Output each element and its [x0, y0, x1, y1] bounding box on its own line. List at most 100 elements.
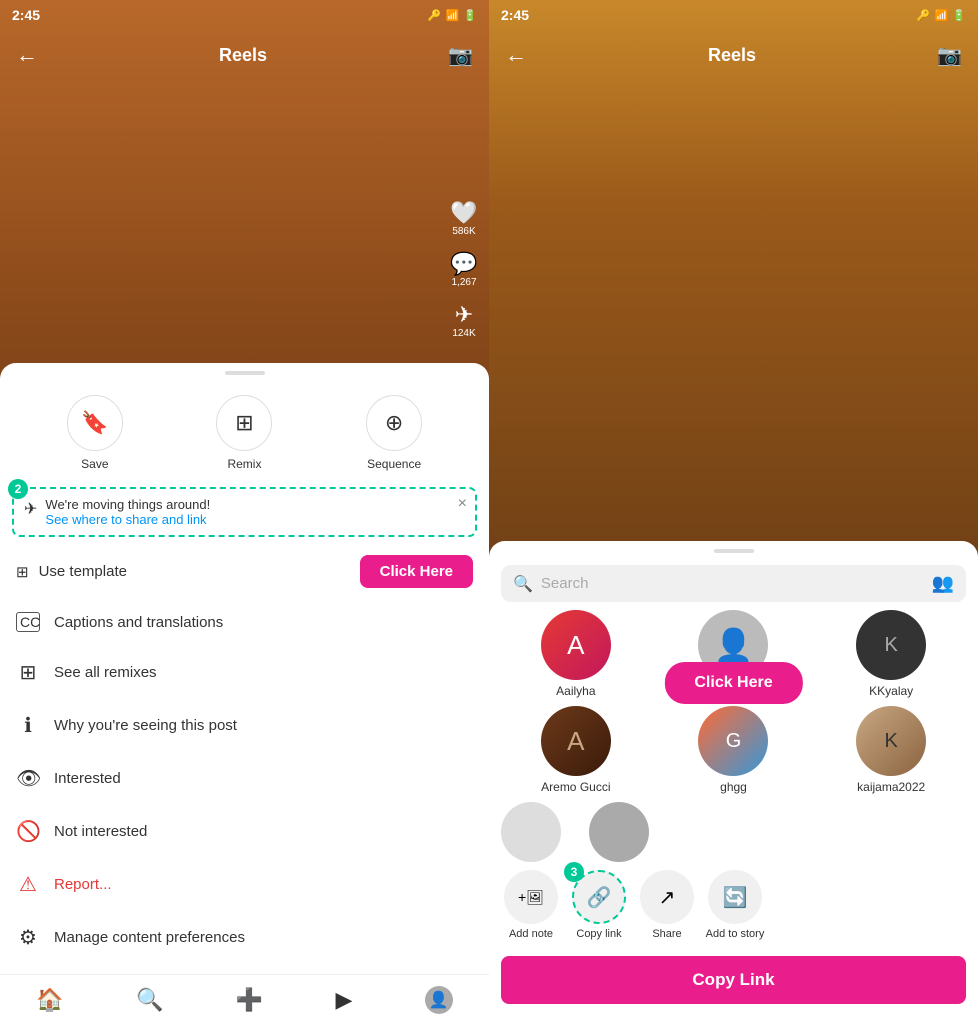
right-header-title: Reels	[708, 45, 756, 66]
more-contact-2[interactable]	[589, 802, 649, 862]
manage-icon: ⚙	[16, 925, 40, 950]
not-interested-menu-item[interactable]: 🚫 Not interested	[0, 805, 489, 858]
left-video-actions: 🤍 586K 💬 1,267 ✈ 124K	[439, 200, 489, 339]
remixes-menu-item[interactable]: ⊞ See all remixes	[0, 646, 489, 699]
contact-avatar-kaijama: K	[856, 706, 926, 776]
tooltip-close-button[interactable]: ×	[458, 495, 467, 513]
copy-link-wrapper: 🔗 3	[572, 870, 626, 924]
info-icon: ℹ	[16, 713, 40, 738]
tooltip-banner: 2 ✈ We're moving things around! See wher…	[12, 487, 477, 537]
left-panel: 2:45 🔑 📶 🔋 ← Reels 📷 🤍 586K 💬 1,267 ✈ 12…	[0, 0, 489, 1024]
badge-three: 3	[564, 862, 584, 882]
contact-name-aremo: Aremo Gucci	[541, 780, 610, 794]
report-menu-item[interactable]: ⚠ Report...	[0, 858, 489, 911]
contact-avatar-aremo: A	[541, 706, 611, 776]
contact-name-aailyha: Aailyha	[556, 684, 595, 698]
comment-count: 1,267	[451, 277, 476, 288]
tooltip-badge: 2	[8, 479, 28, 499]
remix-icon: ⊞	[216, 395, 272, 451]
send-icon[interactable]: ✈ 124K	[452, 302, 475, 339]
contact-kaijama[interactable]: K kaijama2022	[816, 706, 966, 794]
search-input[interactable]: Search	[541, 575, 924, 592]
right-time: 2:45	[501, 7, 529, 23]
contact-name-ghgg: ghgg	[720, 780, 747, 794]
add-to-story-action[interactable]: 🔄 Add to story	[705, 870, 765, 940]
save-icon: 🔖	[67, 395, 123, 451]
tooltip-line1: We're moving things around!	[45, 497, 210, 512]
add-note-label: Add note	[509, 928, 553, 940]
nav-reels-icon[interactable]: ▶	[335, 987, 352, 1013]
report-label: Report...	[54, 876, 112, 893]
quick-actions: 🔖 Save ⊞ Remix ⊕ Sequence	[0, 387, 489, 487]
not-interested-icon: 🚫	[16, 819, 40, 844]
right-status-icons: 🔑 📶 🔋	[917, 9, 966, 22]
like-icon[interactable]: 🤍 586K	[450, 200, 477, 237]
contact-avatar-ghgg: G	[698, 706, 768, 776]
share-action[interactable]: ↗ Share	[637, 870, 697, 940]
copy-link-button[interactable]: Copy Link	[501, 956, 966, 1004]
contact-kkyalay[interactable]: K KKyalay	[816, 610, 966, 698]
contacts-row-more	[489, 802, 978, 862]
remix-label: Remix	[227, 457, 261, 471]
contact-aremo[interactable]: A Aremo Gucci	[501, 706, 651, 794]
left-bottom-nav: 🏠 🔍 ➕ ▶ 👤	[0, 974, 489, 1024]
copy-link-action[interactable]: 🔗 3 Copy link	[569, 870, 629, 940]
nav-profile-icon[interactable]: 👤	[425, 986, 453, 1014]
manage-label: Manage content preferences	[54, 929, 245, 946]
share-count: 124K	[452, 328, 475, 339]
right-share-sheet: 🔍 Search 👥 A Aailyha 👤 Manoj soni K	[489, 541, 978, 1024]
sequence-action[interactable]: ⊕ Sequence	[366, 395, 422, 471]
right-camera-icon[interactable]: 📷	[937, 43, 962, 68]
interested-icon: 👁	[16, 766, 40, 791]
contact-name-kaijama: kaijama2022	[857, 780, 925, 794]
share-label: Share	[652, 928, 681, 940]
save-action[interactable]: 🔖 Save	[67, 395, 123, 471]
right-header: ← Reels 📷	[489, 30, 978, 80]
report-icon: ⚠	[16, 872, 40, 897]
search-bar[interactable]: 🔍 Search 👥	[501, 565, 966, 602]
contacts-grid: A Aailyha 👤 Manoj soni K KKyalay A	[489, 610, 978, 802]
contact-aailyha[interactable]: A Aailyha	[501, 610, 651, 698]
use-template-label: Use template	[39, 563, 127, 580]
comment-icon[interactable]: 💬 1,267	[450, 251, 477, 288]
why-seeing-label: Why you're seeing this post	[54, 717, 237, 734]
add-to-story-label: Add to story	[706, 928, 765, 940]
left-status-bar: 2:45 🔑 📶 🔋	[0, 0, 489, 30]
tooltip-text: We're moving things around! See where to…	[45, 497, 210, 527]
copy-link-label: Copy link	[576, 928, 621, 940]
right-back-button[interactable]: ←	[505, 42, 527, 68]
captions-menu-item[interactable]: CC Captions and translations	[0, 598, 489, 646]
add-note-icon: + 🖼	[504, 870, 558, 924]
left-header-title: Reels	[219, 45, 267, 66]
save-label: Save	[81, 457, 108, 471]
more-contact-1[interactable]	[501, 802, 561, 862]
add-contact-icon[interactable]: 👥	[932, 573, 954, 594]
interested-menu-item[interactable]: 👁 Interested	[0, 752, 489, 805]
manage-content-menu-item[interactable]: ⚙ Manage content preferences	[0, 911, 489, 964]
nav-add-icon[interactable]: ➕	[236, 987, 263, 1013]
contact-ghgg[interactable]: G ghgg	[659, 706, 809, 794]
remixes-label: See all remixes	[54, 664, 157, 681]
nav-search-icon[interactable]: 🔍	[136, 987, 163, 1013]
interested-label: Interested	[54, 770, 121, 787]
sequence-label: Sequence	[367, 457, 421, 471]
contact-avatar-aailyha: A	[541, 610, 611, 680]
nav-home-icon[interactable]: 🏠	[36, 987, 63, 1013]
left-back-button[interactable]: ←	[16, 42, 38, 68]
use-template-row: ⊞ Use template Click Here	[0, 545, 489, 598]
use-template-left: ⊞ Use template	[16, 563, 127, 581]
click-here-button-left[interactable]: Click Here	[360, 555, 473, 588]
remix-action[interactable]: ⊞ Remix	[216, 395, 272, 471]
left-time: 2:45	[12, 7, 40, 23]
left-camera-icon[interactable]: 📷	[448, 43, 473, 68]
share-icon: ↗	[640, 870, 694, 924]
like-count: 586K	[452, 226, 475, 237]
contact-avatar-kkyalay: K	[856, 610, 926, 680]
why-seeing-menu-item[interactable]: ℹ Why you're seeing this post	[0, 699, 489, 752]
add-note-action[interactable]: + 🖼 Add note	[501, 870, 561, 940]
remixes-icon: ⊞	[16, 660, 40, 685]
click-here-button-right[interactable]: Click Here	[664, 662, 802, 704]
right-status-bar: 2:45 🔑 📶 🔋	[489, 0, 978, 30]
left-status-icons: 🔑 📶 🔋	[428, 9, 477, 22]
template-icon: ⊞	[16, 563, 29, 581]
